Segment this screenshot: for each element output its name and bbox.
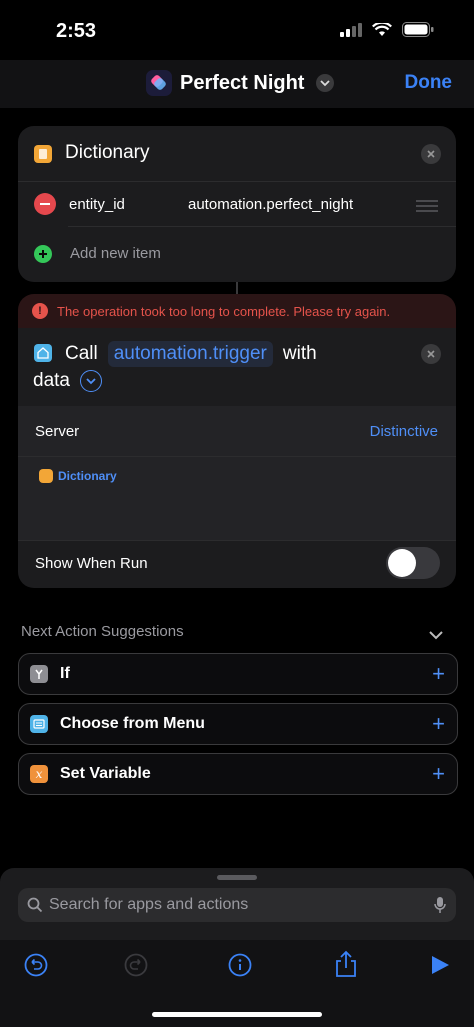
home-indicator — [152, 1012, 322, 1017]
dictionary-key[interactable]: entity_id — [69, 196, 125, 213]
dictionary-title: Dictionary — [65, 142, 150, 163]
wifi-icon — [372, 22, 392, 36]
dictionary-value[interactable]: automation.perfect_night — [188, 196, 353, 213]
add-icon[interactable]: + — [432, 661, 445, 687]
suggestion-set-variable[interactable]: x Set Variable + — [18, 753, 458, 795]
service-chip[interactable]: automation.trigger — [107, 341, 273, 367]
with-label: with — [282, 343, 317, 364]
status-time: 2:53 — [56, 20, 97, 42]
shortcuts-app-icon — [146, 70, 172, 96]
search-placeholder[interactable]: Search for apps and actions — [49, 896, 434, 914]
suggestion-label: Choose from Menu — [60, 715, 205, 732]
divider — [18, 540, 456, 541]
add-new-item-button[interactable]: Add new item — [70, 245, 161, 262]
info-icon[interactable] — [228, 953, 252, 982]
chevron-down-icon[interactable] — [316, 74, 335, 92]
signal-icon — [340, 22, 362, 37]
close-icon[interactable] — [421, 144, 441, 164]
error-message: The operation took too long to complete.… — [57, 303, 391, 319]
redo-icon[interactable] — [124, 953, 148, 982]
data-label: data — [33, 370, 70, 391]
add-item-icon[interactable] — [34, 245, 52, 263]
search-icon — [27, 897, 43, 913]
suggestion-choose-from-menu[interactable]: Choose from Menu + — [18, 703, 458, 745]
menu-icon — [30, 715, 48, 733]
sheet-grabber[interactable] — [217, 875, 257, 880]
suggestion-label: Set Variable — [60, 765, 151, 782]
shortcut-title-menu[interactable]: Perfect Night — [146, 70, 335, 96]
server-value[interactable]: Distinctive — [370, 423, 438, 440]
divider — [68, 226, 456, 227]
dictionary-icon — [39, 469, 53, 483]
show-when-run-toggle[interactable] — [386, 547, 440, 579]
home-assistant-icon — [34, 344, 52, 362]
add-icon[interactable]: + — [432, 711, 445, 737]
branch-icon — [30, 665, 48, 683]
done-button[interactable]: Done — [405, 72, 453, 94]
close-icon[interactable] — [421, 344, 441, 364]
undo-icon[interactable] — [24, 953, 48, 982]
add-icon[interactable]: + — [432, 761, 445, 787]
connector-line — [236, 282, 238, 294]
call-label: Call — [65, 343, 98, 364]
dictionary-variable-chip[interactable]: Dictionary — [39, 469, 117, 483]
suggestion-label: If — [60, 665, 70, 682]
status-icons — [340, 22, 434, 37]
run-icon[interactable] — [430, 955, 450, 980]
divider — [18, 181, 456, 182]
show-when-run-label: Show When Run — [35, 555, 148, 572]
error-icon: ! — [32, 303, 48, 319]
divider — [18, 456, 456, 457]
share-icon[interactable] — [334, 950, 358, 983]
search-bar[interactable]: Search for apps and actions — [18, 888, 456, 922]
call-line: Call automation.trigger with — [65, 341, 317, 367]
drag-handle-icon[interactable] — [416, 199, 438, 217]
expand-chevron-icon[interactable] — [79, 370, 102, 392]
error-banner: ! The operation took too long to complet… — [18, 294, 456, 328]
variable-icon: x — [30, 765, 48, 783]
shortcut-title: Perfect Night — [180, 71, 305, 94]
battery-icon — [402, 22, 434, 37]
data-line: data — [33, 370, 102, 392]
microphone-icon[interactable] — [434, 896, 446, 914]
dictionary-chip-label: Dictionary — [58, 469, 117, 483]
server-label: Server — [35, 423, 80, 440]
suggestions-header: Next Action Suggestions — [21, 623, 184, 640]
suggestion-if[interactable]: If + — [18, 653, 458, 695]
dictionary-icon — [34, 145, 52, 163]
remove-item-icon[interactable] — [34, 193, 56, 215]
toggle-knob — [388, 549, 416, 577]
chevron-down-icon[interactable] — [428, 627, 444, 645]
